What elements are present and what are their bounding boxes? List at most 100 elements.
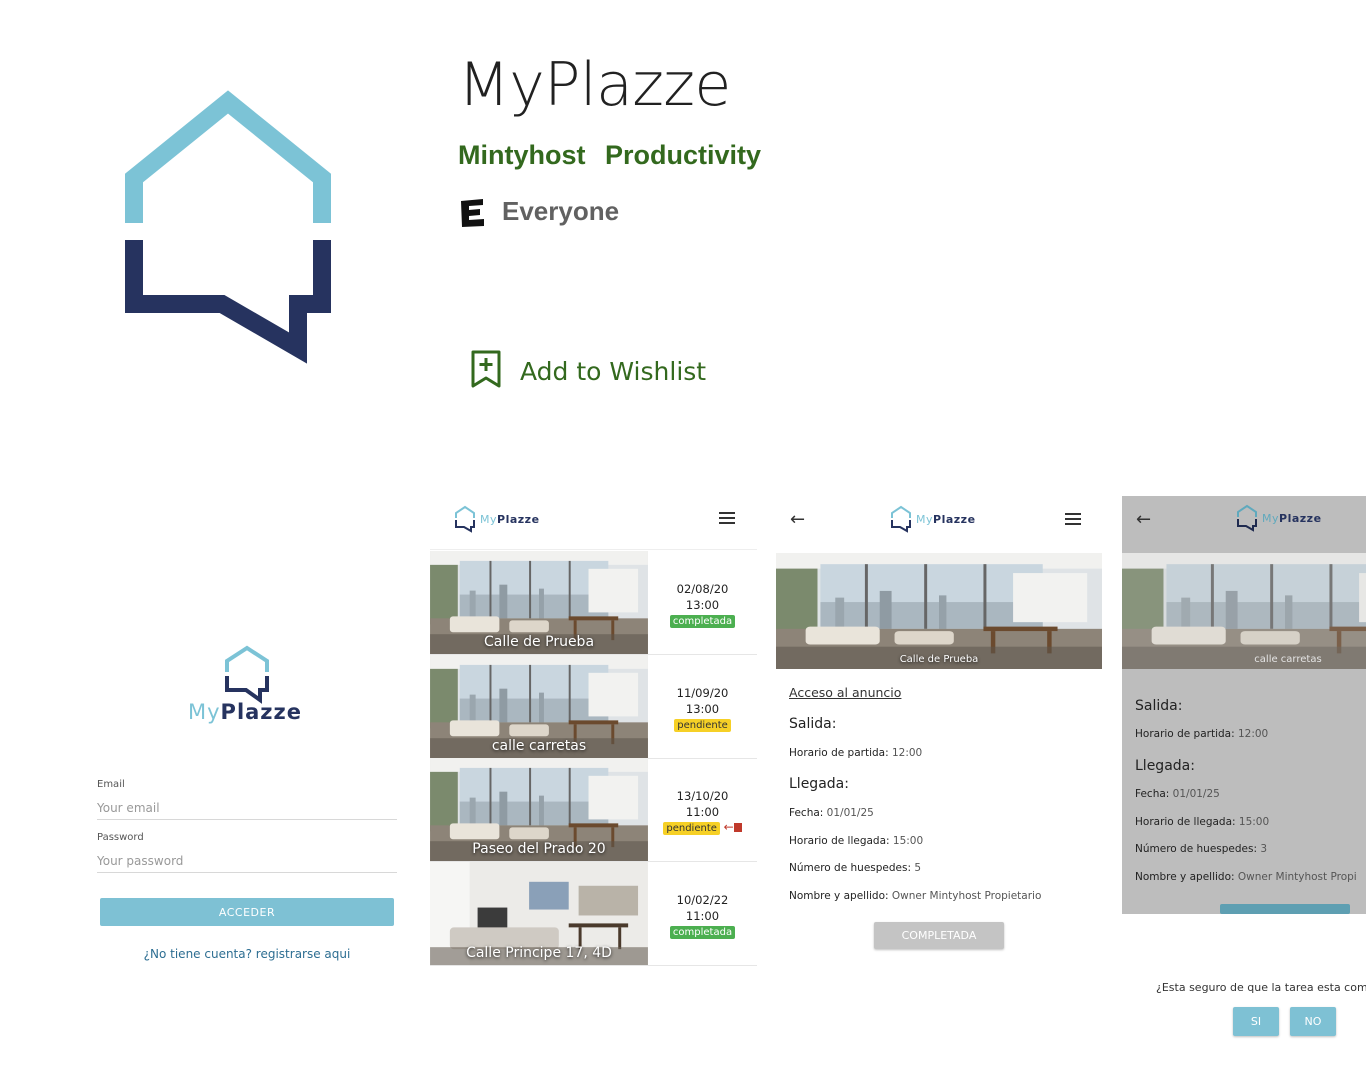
- wishlist-label: Add to Wishlist: [520, 356, 707, 386]
- property-photo: Paseo del Prado 20: [430, 758, 648, 861]
- confirm-no-button[interactable]: NO: [1290, 1007, 1336, 1036]
- complete-button[interactable]: COMPLETADA: [874, 922, 1004, 949]
- task-row[interactable]: calle carretas 11/09/20 13:00 pendiente: [430, 655, 757, 759]
- confirm-screen-overlay: ← MyPlazze calle carretas Salida: Horari…: [1122, 496, 1366, 914]
- property-name: calle carretas: [491, 738, 587, 754]
- app-icon: [110, 90, 350, 370]
- brand-my: My: [188, 700, 221, 724]
- task-date: 02/08/20: [676, 582, 729, 596]
- detail-header: ← MyPlazze: [776, 497, 1102, 551]
- departure-heading: Salida:: [789, 716, 837, 732]
- property-name: Calle Principe 17, 4D: [466, 945, 612, 961]
- property-photo: Calle de Prueba: [430, 551, 648, 654]
- confirm-yes-button[interactable]: SI: [1233, 1007, 1279, 1036]
- guests-value: 3: [1260, 843, 1268, 855]
- esrb-everyone-icon: [459, 198, 487, 228]
- task-time: 13:00: [685, 598, 720, 612]
- property-caption: Calle de Prueba: [899, 654, 979, 665]
- menu-icon[interactable]: [1065, 513, 1081, 525]
- back-arrow-icon[interactable]: ←: [790, 511, 805, 529]
- complete-button-dimmed: [1220, 904, 1350, 914]
- bookmark-add-icon: [470, 350, 502, 392]
- login-logo-icon: [222, 645, 272, 705]
- guests-label: Número de huespedes:: [1135, 843, 1258, 855]
- property-photo: Calle de Prueba: [776, 553, 1102, 669]
- password-field[interactable]: [97, 850, 397, 873]
- arrival-value: 15:00: [1238, 816, 1270, 828]
- brand-plazze: Plazze: [220, 700, 302, 724]
- guest-name-value: Owner Mintyhost Propietario: [891, 890, 1042, 902]
- property-caption: calle carretas: [1254, 654, 1322, 665]
- category-link[interactable]: Productivity: [605, 140, 761, 171]
- app-title: MyPlazze: [458, 50, 731, 120]
- property-name: Calle de Prueba: [483, 634, 595, 650]
- login-brand: MyPlazze: [188, 700, 302, 724]
- task-detail-screen: ← MyPlazze Calle de Prueba Acceso al anu…: [776, 497, 1102, 967]
- arrival-label: Horario de llegada:: [789, 835, 890, 847]
- email-field[interactable]: [97, 797, 397, 820]
- logo-icon: [1237, 504, 1257, 532]
- list-header: MyPlazze: [430, 497, 757, 550]
- departure-heading: Salida:: [1135, 698, 1183, 714]
- task-time: 13:00: [685, 702, 720, 716]
- guests-value: 5: [914, 862, 922, 874]
- arrival-value: 15:00: [892, 835, 924, 847]
- brand-plazze: Plazze: [933, 512, 976, 526]
- brand-plazze: Plazze: [1279, 511, 1322, 525]
- add-to-wishlist-button[interactable]: Add to Wishlist: [470, 350, 706, 392]
- confirm-question: ¿Esta seguro de que la tarea esta com: [1156, 981, 1366, 994]
- task-time: 11:00: [685, 909, 720, 923]
- brand-plazze: Plazze: [497, 512, 540, 526]
- date-value: 01/01/25: [1172, 788, 1220, 800]
- task-time: 11:00: [685, 805, 720, 819]
- listing-link[interactable]: Acceso al anuncio: [789, 685, 901, 700]
- door-icon: [733, 823, 742, 832]
- header-logo: MyPlazze: [1235, 504, 1322, 532]
- back-arrow-icon[interactable]: ←: [1136, 511, 1151, 529]
- email-label: Email: [97, 779, 125, 790]
- brand-my: My: [916, 512, 934, 526]
- task-list-screen: MyPlazze Calle de Prueba 02/08/20 13:00 …: [430, 497, 757, 967]
- brand-my: My: [480, 512, 498, 526]
- departure-value: 12:00: [1237, 728, 1269, 740]
- header-logo: MyPlazze: [889, 505, 976, 533]
- status-badge: pendiente: [663, 822, 720, 835]
- task-row[interactable]: Paseo del Prado 20 13/10/20 11:00 pendie…: [430, 758, 757, 862]
- property-photo: calle carretas: [1122, 553, 1366, 669]
- menu-icon[interactable]: [719, 512, 735, 524]
- status-badge: pendiente: [674, 719, 731, 732]
- task-date: 13/10/20: [676, 789, 729, 803]
- date-label: Fecha:: [789, 807, 824, 819]
- login-button[interactable]: ACCEDER: [100, 898, 394, 926]
- content-rating-label: Everyone: [502, 196, 620, 226]
- checkout-arrow-icon: ←: [723, 820, 734, 834]
- property-photo: Calle Principe 17, 4D: [430, 862, 648, 965]
- guest-name-value: Owner Mintyhost Propi: [1237, 871, 1357, 883]
- arrival-heading: Llegada:: [789, 776, 849, 792]
- task-row[interactable]: Calle Principe 17, 4D 10/02/22 11:00 com…: [430, 862, 757, 966]
- guest-name-label: Nombre y apellido:: [789, 890, 889, 902]
- arrival-label: Horario de llegada:: [1135, 816, 1236, 828]
- password-label: Password: [97, 832, 144, 843]
- status-badge: completada: [669, 926, 736, 939]
- task-row[interactable]: Calle de Prueba 02/08/20 13:00 completad…: [430, 551, 757, 655]
- date-value: 01/01/25: [826, 807, 874, 819]
- logo-icon: [455, 505, 475, 533]
- departure-label: Horario de partida:: [1135, 728, 1235, 740]
- guests-label: Número de huespedes:: [789, 862, 912, 874]
- task-date: 11/09/20: [676, 686, 729, 700]
- header-logo: MyPlazze: [453, 505, 540, 533]
- developer-link[interactable]: Mintyhost: [458, 140, 586, 171]
- task-date: 10/02/22: [676, 893, 729, 907]
- arrival-heading: Llegada:: [1135, 758, 1195, 774]
- register-link[interactable]: ¿No tiene cuenta? registrarse aqui: [98, 947, 396, 961]
- property-name: Paseo del Prado 20: [472, 841, 606, 857]
- departure-value: 12:00: [891, 747, 923, 759]
- brand-my: My: [1262, 511, 1280, 525]
- departure-label: Horario de partida:: [789, 747, 889, 759]
- date-label: Fecha:: [1135, 788, 1170, 800]
- property-photo: calle carretas: [430, 655, 648, 758]
- logo-icon: [891, 505, 911, 533]
- guest-name-label: Nombre y apellido:: [1135, 871, 1235, 883]
- status-badge: completada: [669, 615, 736, 628]
